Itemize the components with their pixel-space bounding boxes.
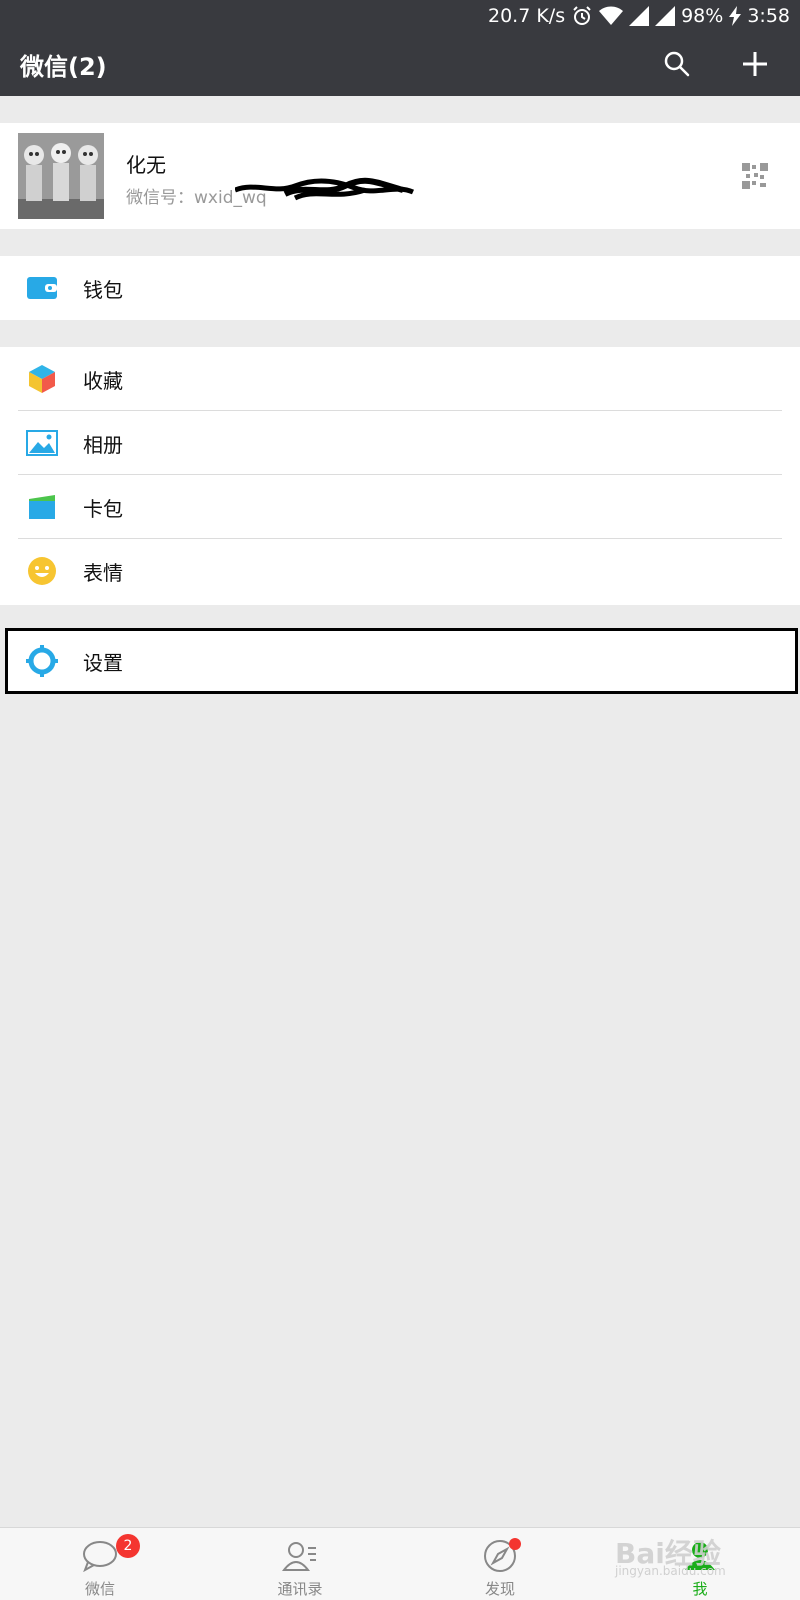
- menu-label-cards: 卡包: [83, 496, 123, 521]
- chat-icon: 2: [82, 1534, 140, 1576]
- redaction-scribble: [235, 177, 415, 201]
- image-icon: [26, 427, 58, 459]
- menu-label-settings: 设置: [83, 650, 123, 675]
- signal-icon: [655, 6, 676, 26]
- plus-icon: [743, 52, 767, 76]
- add-button[interactable]: [733, 42, 777, 86]
- wifi-icon: [599, 6, 624, 26]
- menu-item-favorites[interactable]: 收藏: [0, 347, 800, 411]
- menu-label-favorites: 收藏: [83, 368, 123, 393]
- tab-label-chats: 微信: [84, 1580, 115, 1598]
- unread-badge: 2: [116, 1534, 140, 1558]
- alarm-icon: [571, 5, 593, 27]
- tab-label-discover: 发现: [484, 1580, 515, 1598]
- tab-label-contacts: 通讯录: [277, 1580, 323, 1598]
- tab-chats[interactable]: 2 微信: [40, 1528, 160, 1600]
- collections-section: 收藏 相册 卡包 表情: [0, 347, 800, 605]
- wallet-section: 钱包: [0, 256, 800, 320]
- watermark-url: jingyan.baidu.com: [615, 1564, 726, 1578]
- qr-code-icon[interactable]: [742, 163, 768, 193]
- net-speed: 20.7 K/s: [487, 5, 566, 27]
- menu-item-wallet[interactable]: 钱包: [0, 256, 800, 320]
- gear-icon: [26, 645, 58, 677]
- battery-percent: 98%: [681, 5, 724, 27]
- menu-item-stickers[interactable]: 表情: [0, 539, 800, 603]
- contacts-icon: [282, 1536, 318, 1576]
- signal-icon: [629, 6, 650, 26]
- tab-label-me: 我: [692, 1580, 708, 1598]
- search-icon: [664, 51, 690, 77]
- wallet-icon: [26, 272, 58, 304]
- menu-label-stickers: 表情: [83, 560, 123, 585]
- tab-contacts[interactable]: 通讯录: [240, 1528, 360, 1600]
- menu-label-wallet: 钱包: [83, 277, 123, 302]
- status-bar: 20.7 K/s 98% 3:58: [0, 0, 800, 32]
- wechat-id-label: 微信号：: [126, 188, 194, 208]
- smiley-icon: [26, 555, 58, 587]
- avatar[interactable]: [18, 133, 104, 219]
- search-button[interactable]: [655, 42, 699, 86]
- menu-label-album: 相册: [83, 432, 123, 457]
- page-title: 微信(2): [20, 52, 107, 81]
- tab-discover[interactable]: 发现: [440, 1528, 560, 1600]
- clock-time: 3:58: [747, 5, 790, 27]
- settings-section: 设置: [5, 628, 798, 694]
- compass-icon: [483, 1536, 521, 1576]
- menu-item-settings[interactable]: 设置: [8, 631, 795, 691]
- title-bar: 微信(2): [0, 32, 800, 96]
- charging-icon: [729, 6, 742, 26]
- profile-nickname: 化无: [126, 153, 166, 177]
- notification-dot: [509, 1538, 521, 1550]
- card-holder-icon: [26, 491, 58, 523]
- menu-item-album[interactable]: 相册: [0, 411, 800, 475]
- menu-item-cards[interactable]: 卡包: [0, 475, 800, 539]
- cube-icon: [26, 363, 58, 395]
